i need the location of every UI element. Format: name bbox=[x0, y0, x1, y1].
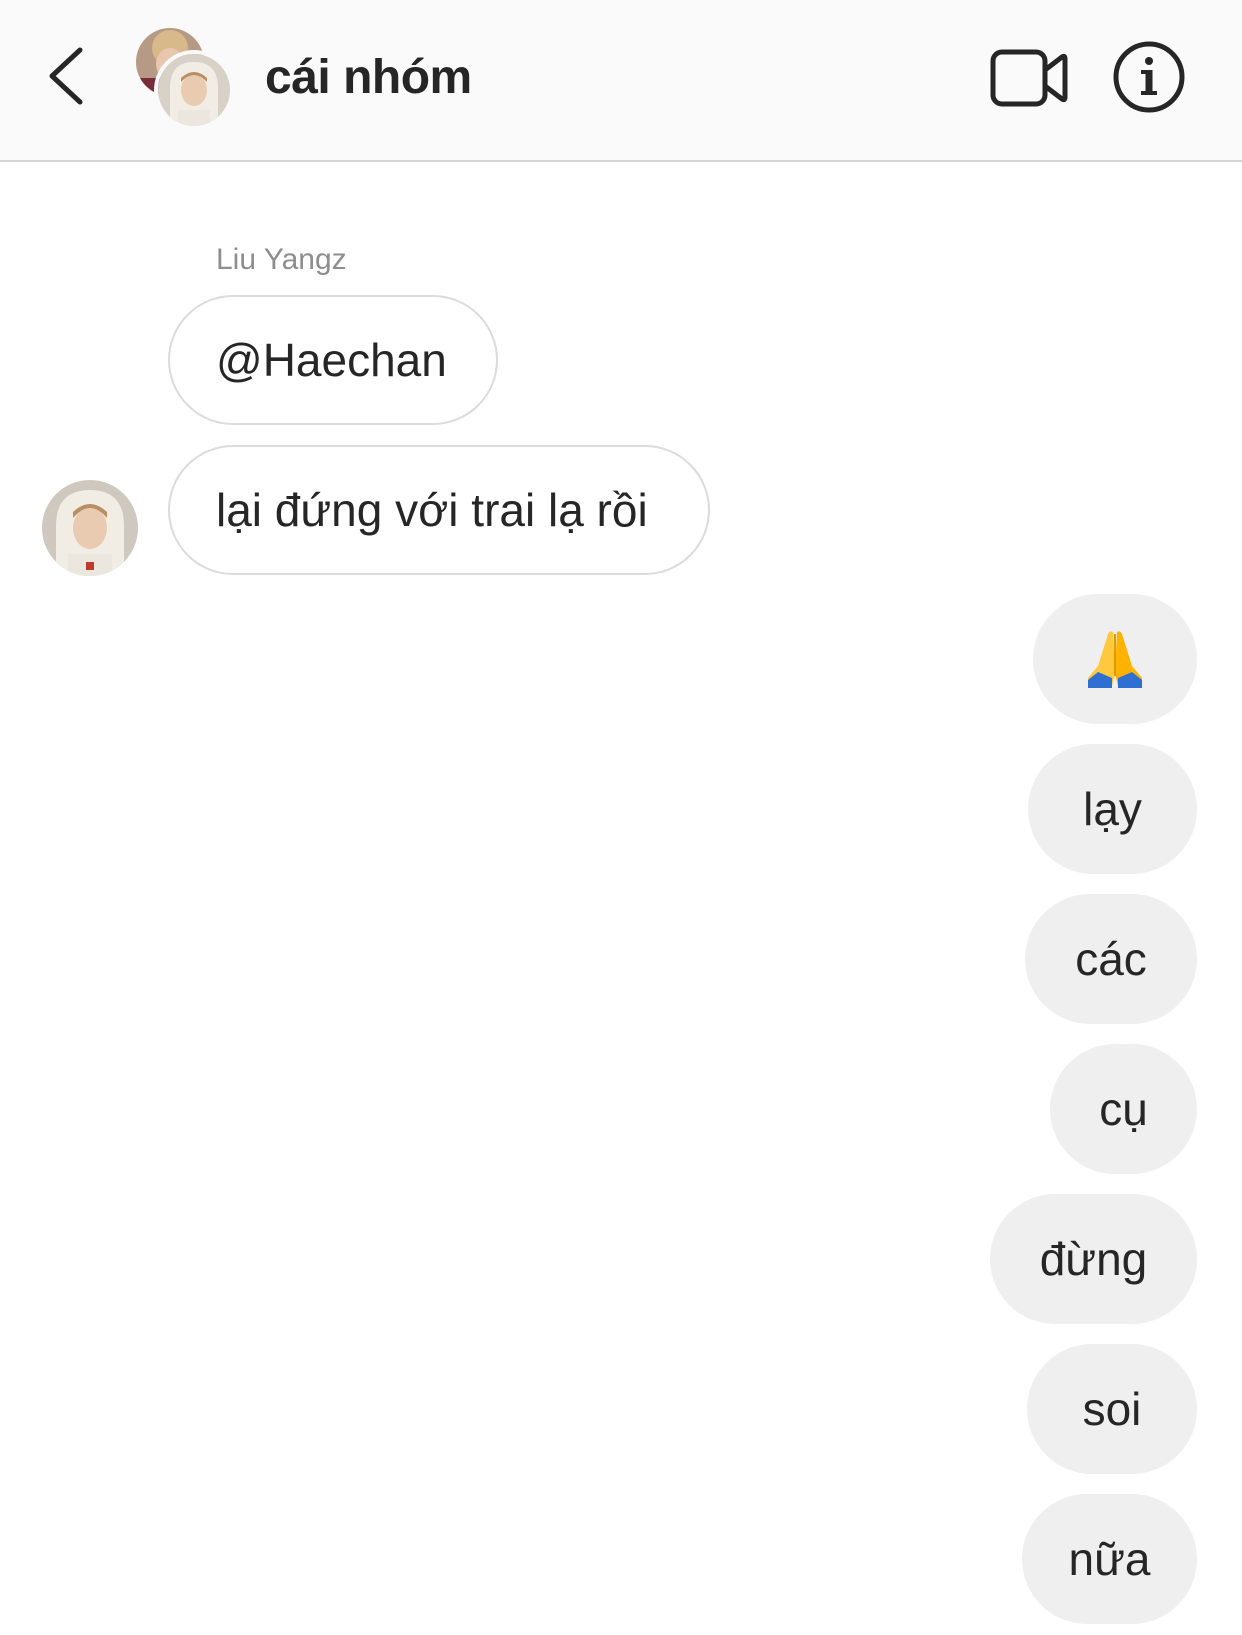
incoming-message[interactable]: lại đứng với trai lạ rồi bbox=[168, 445, 710, 575]
outgoing-message[interactable]: các bbox=[1025, 894, 1197, 1024]
message-text: đừng bbox=[1039, 1233, 1148, 1285]
chat-header: cái nhóm bbox=[0, 0, 1242, 162]
outgoing-message[interactable]: soi bbox=[1027, 1344, 1197, 1474]
outgoing-message[interactable]: cụ bbox=[1050, 1044, 1197, 1174]
message-text: nữa bbox=[1068, 1533, 1151, 1585]
back-button[interactable] bbox=[44, 44, 92, 108]
info-button[interactable] bbox=[1112, 40, 1186, 114]
message-text: soi bbox=[1082, 1383, 1142, 1435]
group-avatar-front bbox=[154, 50, 234, 130]
outgoing-message[interactable]: lạy bbox=[1028, 744, 1197, 874]
folded-hands-emoji-icon bbox=[1088, 631, 1142, 688]
chat-title[interactable]: cái nhóm bbox=[265, 48, 472, 108]
video-camera-icon bbox=[990, 49, 1068, 107]
message-text: @Haechan bbox=[216, 334, 447, 386]
video-call-button[interactable] bbox=[990, 48, 1068, 108]
message-text: cụ bbox=[1099, 1083, 1148, 1135]
sender-name: Liu Yangz bbox=[216, 243, 347, 276]
outgoing-message[interactable] bbox=[1033, 594, 1197, 724]
info-circle-icon bbox=[1113, 41, 1185, 113]
outgoing-message[interactable]: đừng bbox=[990, 1194, 1197, 1324]
group-avatar[interactable] bbox=[136, 28, 236, 130]
incoming-message[interactable]: @Haechan bbox=[168, 295, 498, 425]
chevron-left-icon bbox=[49, 47, 83, 105]
message-text: các bbox=[1075, 933, 1147, 985]
outgoing-message[interactable]: nữa bbox=[1022, 1494, 1197, 1624]
sender-avatar[interactable] bbox=[42, 480, 138, 576]
message-text: lạy bbox=[1083, 783, 1142, 835]
message-text: lại đứng với trai lạ rồi bbox=[216, 484, 648, 536]
